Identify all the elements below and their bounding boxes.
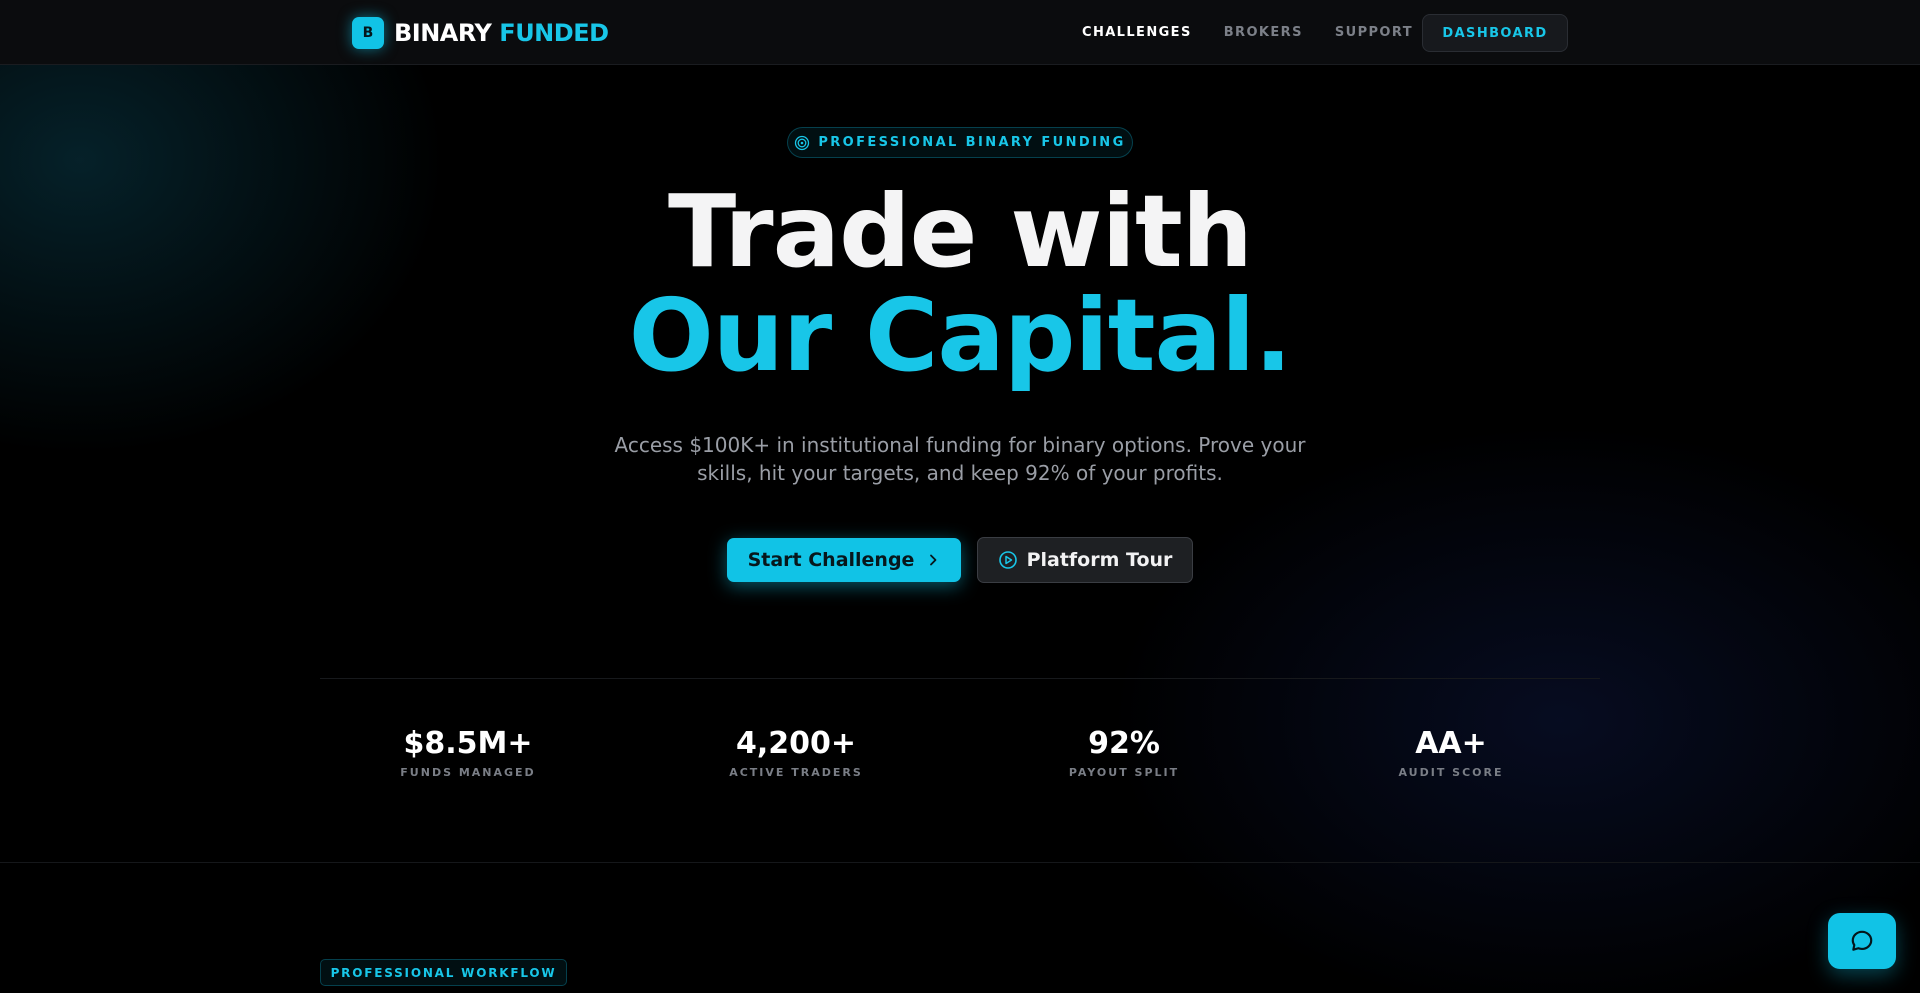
main-nav: CHALLENGES BROKERS SUPPORT: [1082, 0, 1445, 65]
stat-value: $8.5M+: [403, 726, 533, 761]
stat-label: ACTIVE TRADERS: [729, 766, 863, 779]
nav-link-brokers[interactable]: BROKERS: [1224, 25, 1303, 40]
play-circle-icon: [998, 551, 1017, 569]
brand-mark-icon: B: [352, 16, 384, 49]
hero-badge-label: PROFESSIONAL BINARY FUNDING: [818, 135, 1126, 150]
chat-button[interactable]: [1828, 913, 1896, 969]
landing-page: B BINARY FUNDED CHALLENGES BROKERS SUPPO…: [0, 0, 1920, 993]
nav-link-support[interactable]: SUPPORT: [1335, 25, 1413, 40]
chat-bubble-icon: [1851, 930, 1873, 951]
stat-payout-split: 92% PAYOUT SPLIT: [1004, 726, 1244, 779]
workflow-section-tag: PROFESSIONAL WORKFLOW: [320, 959, 567, 986]
brand-name: BINARY FUNDED: [394, 19, 609, 47]
brand-name-accent: FUNDED: [499, 18, 609, 47]
chevron-right-icon: [930, 554, 937, 566]
stat-label: FUNDS MANAGED: [400, 766, 536, 779]
hero-title-line2: Our Capital.: [628, 277, 1293, 394]
platform-tour-button[interactable]: Platform Tour: [977, 537, 1193, 583]
target-icon: [795, 135, 810, 150]
brand-name-primary: BINARY: [394, 18, 492, 47]
stat-funds-managed: $8.5M+ FUNDS MANAGED: [348, 726, 588, 779]
start-challenge-button[interactable]: Start Challenge: [727, 538, 961, 582]
platform-tour-label: Platform Tour: [1026, 549, 1173, 571]
stat-audit-score: AA+ AUDIT SCORE: [1331, 726, 1571, 779]
top-navbar: B BINARY FUNDED CHALLENGES BROKERS SUPPO…: [0, 0, 1920, 65]
hero-subtitle: Access $100K+ in institutional funding f…: [614, 433, 1306, 485]
start-challenge-label: Start Challenge: [747, 549, 915, 571]
brand-logo-link[interactable]: B BINARY FUNDED: [352, 16, 609, 49]
stat-active-traders: 4,200+ ACTIVE TRADERS: [676, 726, 916, 779]
dashboard-button[interactable]: DASHBOARD: [1422, 14, 1568, 52]
stat-label: AUDIT SCORE: [1398, 766, 1504, 779]
stat-value: AA+: [1415, 726, 1487, 761]
hero-badge: PROFESSIONAL BINARY FUNDING: [787, 127, 1133, 158]
nav-link-challenges[interactable]: CHALLENGES: [1082, 25, 1192, 40]
hero-title-line1: Trade with: [668, 173, 1253, 290]
hero-title: Trade with Our Capital.: [0, 180, 1920, 388]
stat-value: 4,200+: [735, 726, 857, 761]
stat-label: PAYOUT SPLIT: [1068, 766, 1180, 779]
section-divider: [0, 862, 1920, 863]
stats-divider: [320, 678, 1600, 679]
stat-value: 92%: [1088, 726, 1160, 761]
